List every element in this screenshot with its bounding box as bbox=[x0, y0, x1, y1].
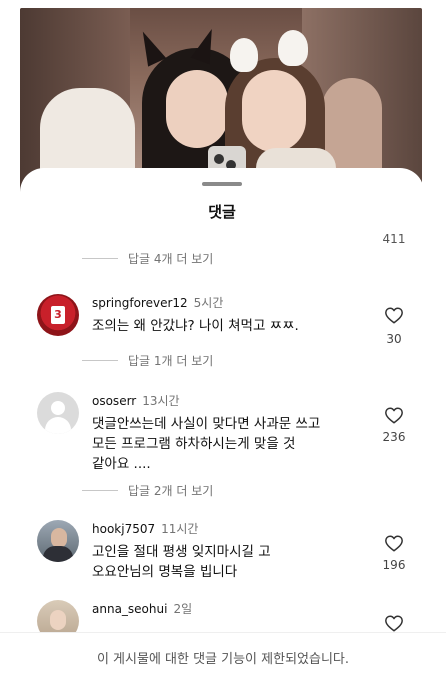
reply-divider-line bbox=[82, 490, 118, 491]
heart-outline-icon[interactable] bbox=[384, 306, 404, 324]
comments-restricted-text: 이 게시물에 대한 댓글 기능이 제한되었습니다. bbox=[96, 651, 350, 667]
like-count: 30 bbox=[386, 332, 402, 346]
view-replies-label: 답글 2개 더 보기 bbox=[128, 484, 214, 498]
reply-divider-line bbox=[82, 258, 118, 259]
photo-person-left-face bbox=[166, 70, 228, 148]
comments-restricted-notice: 이 게시물에 대한 댓글 기능이 제한되었습니다. bbox=[0, 632, 446, 680]
comment-time: 5시간 bbox=[193, 296, 224, 310]
person-silhouette-body bbox=[45, 417, 71, 434]
comments-sheet: 댓글 411 답글 4개 더 보기 3 springforever12 5시간 조… bbox=[20, 168, 424, 632]
comment-username[interactable]: springforever12 bbox=[92, 296, 188, 310]
comment-time: 11시간 bbox=[161, 522, 199, 536]
avatar-jersey-number: 3 bbox=[51, 306, 65, 324]
view-replies-link[interactable]: 답글 1개 더 보기 bbox=[82, 352, 213, 369]
reply-divider-line bbox=[82, 360, 118, 361]
comment-text-line: 오요안님의 명복을 빕니다 bbox=[92, 564, 238, 580]
like-count: 411 bbox=[382, 232, 406, 246]
comment-username[interactable]: hookj7507 bbox=[92, 522, 155, 536]
like-count: 196 bbox=[382, 558, 406, 572]
partial-comment: 411 bbox=[20, 222, 424, 246]
photo-phone-camera bbox=[214, 154, 224, 164]
avatar[interactable] bbox=[37, 520, 79, 562]
photo-cat-ear-left bbox=[230, 38, 258, 72]
view-replies-link[interactable]: 답글 2개 더 보기 bbox=[82, 482, 213, 499]
screen: 댓글 411 답글 4개 더 보기 3 springforever12 5시간 조… bbox=[0, 0, 446, 680]
comment-username[interactable]: anna_seohui bbox=[92, 602, 167, 616]
comment-text: 댓글안쓰는데 사실이 맞다면 사과문 쓰고 모든 프로그램 하차하시는게 맞을 … bbox=[92, 414, 374, 474]
sheet-title: 댓글 bbox=[208, 203, 236, 221]
comment-text-line: 같아요 .... bbox=[92, 456, 151, 472]
person-silhouette-icon bbox=[51, 401, 65, 415]
comment-meta: hookj7507 11시간 bbox=[92, 520, 198, 537]
comment-text: 고인을 절대 평생 잊지마시길 고 오요안님의 명복을 빕니다 bbox=[92, 542, 374, 582]
avatar[interactable] bbox=[37, 600, 79, 632]
view-replies-link[interactable]: 답글 4개 더 보기 bbox=[82, 250, 213, 267]
photo-cat-ear-right bbox=[278, 30, 308, 66]
heart-outline-icon[interactable] bbox=[384, 534, 404, 552]
like-count: 236 bbox=[382, 430, 406, 444]
comment-meta: anna_seohui 2일 bbox=[92, 600, 192, 617]
comment-time: 13시간 bbox=[142, 394, 180, 408]
heart-outline-icon[interactable] bbox=[384, 406, 404, 424]
comment-text-line: 고인을 절대 평생 잊지마시길 고 bbox=[92, 544, 271, 560]
comment-list[interactable]: 411 답글 4개 더 보기 3 springforever12 5시간 조의는 … bbox=[20, 222, 424, 632]
view-replies-label: 답글 4개 더 보기 bbox=[128, 252, 214, 266]
view-replies-label: 답글 1개 더 보기 bbox=[128, 354, 214, 368]
comment-time: 2일 bbox=[173, 602, 193, 616]
comment-text-line: 댓글안쓰는데 사실이 맞다면 사과문 쓰고 bbox=[92, 416, 321, 432]
avatar-coat bbox=[43, 546, 73, 562]
avatar-face bbox=[51, 528, 67, 548]
sheet-drag-handle[interactable] bbox=[202, 182, 242, 186]
comment-text: 조의는 왜 안갔냐? 나이 쳐먹고 ㅉㅉ. bbox=[92, 318, 299, 334]
photo-person-right-face bbox=[242, 70, 306, 152]
comment-text-line: 모든 프로그램 하차하시는게 맞을 것 bbox=[92, 436, 296, 452]
avatar[interactable]: 3 bbox=[37, 294, 79, 336]
avatar-face bbox=[50, 610, 66, 630]
comment-username[interactable]: ososerr bbox=[92, 394, 136, 408]
avatar[interactable] bbox=[37, 392, 79, 434]
heart-outline-icon[interactable] bbox=[384, 614, 404, 632]
comment-meta: springforever12 5시간 bbox=[92, 294, 223, 311]
comment-meta: ososerr 13시간 bbox=[92, 392, 180, 409]
